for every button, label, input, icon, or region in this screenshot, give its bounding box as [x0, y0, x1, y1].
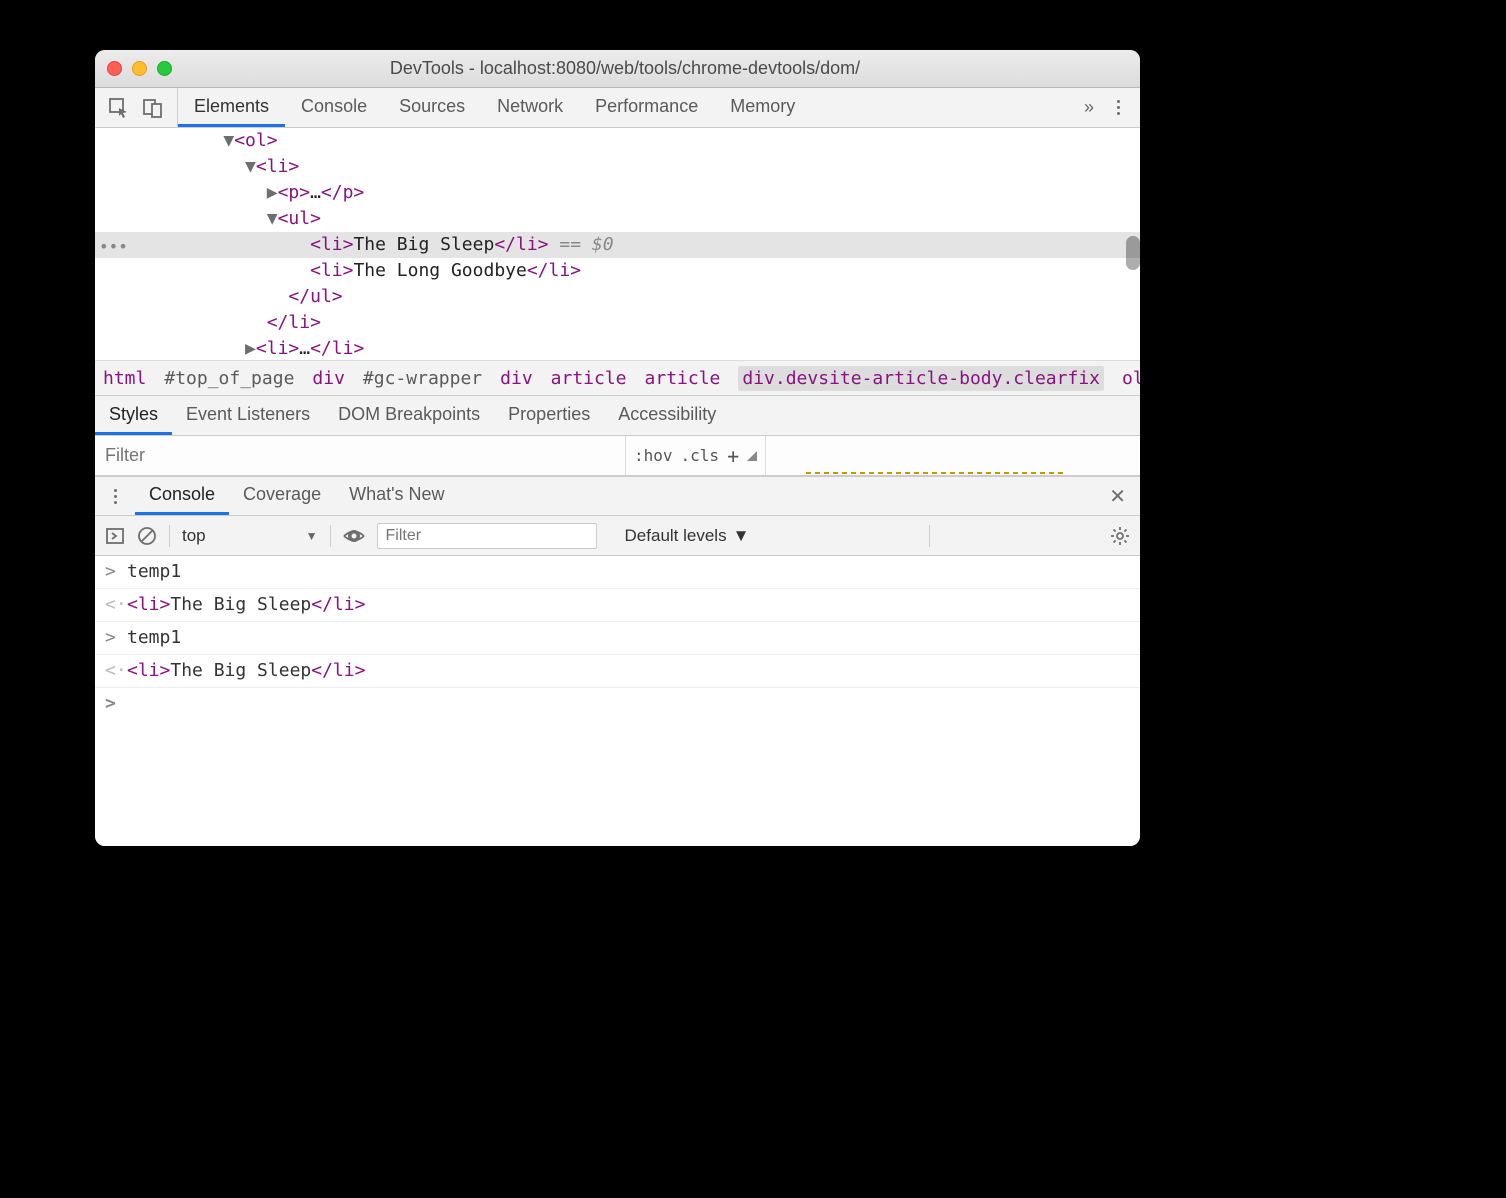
close-window-button[interactable]	[107, 61, 122, 76]
inspect-element-icon[interactable]	[109, 98, 129, 118]
scrollbar-thumb[interactable]	[1126, 236, 1140, 270]
tab-network[interactable]: Network	[481, 88, 579, 127]
separator	[330, 525, 331, 547]
console-output-icon: <·	[105, 591, 127, 619]
cls-toggle[interactable]: .cls	[681, 446, 720, 465]
levels-label: Default levels	[625, 526, 727, 546]
dropdown-icon: ▼	[306, 529, 318, 543]
breadcrumb-item[interactable]: article	[551, 368, 627, 389]
zoom-window-button[interactable]	[157, 61, 172, 76]
main-toolbar: ElementsConsoleSourcesNetworkPerformance…	[95, 88, 1140, 128]
console-prompt-icon: >	[105, 690, 127, 718]
breadcrumb-item[interactable]: #top_of_page	[164, 368, 294, 389]
breadcrumb-item[interactable]: html	[103, 368, 146, 389]
separator	[169, 525, 170, 547]
node-actions-icon[interactable]: •••	[99, 234, 128, 260]
window-title: DevTools - localhost:8080/web/tools/chro…	[182, 58, 1128, 79]
dom-node[interactable]: <li>The Long Goodbye</li>	[95, 258, 1140, 284]
live-expression-icon[interactable]	[343, 525, 365, 547]
console-settings-gear-icon[interactable]	[1110, 526, 1130, 546]
console-toolbar: top ▼ Default levels ▼	[95, 516, 1140, 556]
devtools-window: DevTools - localhost:8080/web/tools/chro…	[95, 50, 1140, 846]
console-row: >temp1	[95, 622, 1140, 655]
console-row: <· <li>The Big Sleep</li>	[95, 589, 1140, 622]
drawer-kebab-icon[interactable]	[95, 489, 135, 504]
traffic-lights	[107, 61, 172, 76]
styles-filter-tools: :hov .cls +	[625, 436, 766, 475]
console-row-content: temp1	[127, 558, 1130, 586]
tab-memory[interactable]: Memory	[714, 88, 811, 127]
breadcrumb-item[interactable]: div	[312, 368, 345, 389]
console-output[interactable]: >temp1<· <li>The Big Sleep</li>>temp1<· …	[95, 556, 1140, 846]
console-row: <· <li>The Big Sleep</li>	[95, 655, 1140, 688]
tab-sources[interactable]: Sources	[383, 88, 481, 127]
main-tabs: ElementsConsoleSourcesNetworkPerformance…	[178, 88, 1072, 127]
styles-preview-area	[766, 436, 1140, 475]
minimize-window-button[interactable]	[132, 61, 147, 76]
expand-corner-icon[interactable]	[747, 451, 757, 461]
hov-toggle[interactable]: :hov	[634, 446, 673, 465]
execution-context-select[interactable]: top ▼	[182, 526, 318, 546]
titlebar: DevTools - localhost:8080/web/tools/chro…	[95, 50, 1140, 88]
toolbar-right: »	[1072, 88, 1140, 127]
dom-node[interactable]: ▼<li>	[95, 154, 1140, 180]
toolbar-icons	[95, 88, 178, 127]
console-row[interactable]: >	[95, 688, 1140, 720]
console-row: >temp1	[95, 556, 1140, 589]
tab-console[interactable]: Console	[285, 88, 383, 127]
breadcrumb-item[interactable]: #gc-wrapper	[363, 368, 482, 389]
tab-elements[interactable]: Elements	[178, 88, 285, 127]
dom-node[interactable]: ▼<ol>	[95, 128, 1140, 154]
breadcrumb-item[interactable]: article	[645, 368, 721, 389]
styles-tab-properties[interactable]: Properties	[494, 396, 604, 435]
new-style-rule-button[interactable]: +	[727, 444, 739, 468]
styles-tab-styles[interactable]: Styles	[95, 396, 172, 435]
breadcrumb-item[interactable]: div	[500, 368, 533, 389]
dom-node[interactable]: ▶<li>…</li>	[95, 336, 1140, 360]
log-levels-select[interactable]: Default levels ▼	[625, 526, 750, 546]
more-tabs-chevron-icon[interactable]: »	[1084, 97, 1094, 118]
dom-node[interactable]: <li>The Big Sleep</li> == $0	[95, 232, 1140, 258]
console-input-icon: >	[105, 624, 127, 652]
clear-console-icon[interactable]	[137, 526, 157, 546]
console-input-icon: >	[105, 558, 127, 586]
dom-node[interactable]: </ul>	[95, 284, 1140, 310]
tab-performance[interactable]: Performance	[579, 88, 714, 127]
console-row-content: temp1	[127, 624, 1130, 652]
console-row-content: <li>The Big Sleep</li>	[127, 591, 1130, 619]
styles-tab-dom-breakpoints[interactable]: DOM Breakpoints	[324, 396, 494, 435]
settings-kebab-icon[interactable]	[1108, 100, 1128, 115]
drawer-tab-coverage[interactable]: Coverage	[229, 477, 335, 515]
styles-filter-input[interactable]	[95, 436, 625, 475]
context-label: top	[182, 526, 206, 546]
elements-dom-tree[interactable]: ▼<ol> ▼<li> ▶<p>…</p> ▼<ul>••• <li>The B…	[95, 128, 1140, 360]
drawer-close-icon[interactable]: ✕	[1095, 484, 1140, 509]
dom-node[interactable]: ▶<p>…</p>	[95, 180, 1140, 206]
drawer-tabs: ConsoleCoverageWhat's New ✕	[95, 476, 1140, 516]
dropdown-icon: ▼	[733, 526, 750, 546]
device-toggle-icon[interactable]	[143, 98, 163, 118]
dom-node[interactable]: </li>	[95, 310, 1140, 336]
dom-node[interactable]: ▼<ul>	[95, 206, 1140, 232]
drawer-tab-what-s-new[interactable]: What's New	[335, 477, 458, 515]
console-sidebar-toggle-icon[interactable]	[105, 526, 125, 546]
styles-tab-accessibility[interactable]: Accessibility	[604, 396, 730, 435]
console-filter-input[interactable]	[377, 523, 597, 549]
breadcrumb-item[interactable]: div.devsite-article-body.clearfix	[738, 366, 1104, 391]
console-row-content: <li>The Big Sleep</li>	[127, 657, 1130, 685]
dom-breadcrumb: html #top_of_page div #gc-wrapper div article…	[95, 360, 1140, 396]
styles-tab-event-listeners[interactable]: Event Listeners	[172, 396, 324, 435]
box-model-edge	[806, 470, 1066, 476]
styles-filter-row: :hov .cls +	[95, 436, 1140, 476]
breadcrumb-item[interactable]: ol	[1122, 368, 1140, 389]
drawer-tab-console[interactable]: Console	[135, 477, 229, 515]
separator	[929, 525, 930, 547]
console-output-icon: <·	[105, 657, 127, 685]
styles-tabs: StylesEvent ListenersDOM BreakpointsProp…	[95, 396, 1140, 436]
